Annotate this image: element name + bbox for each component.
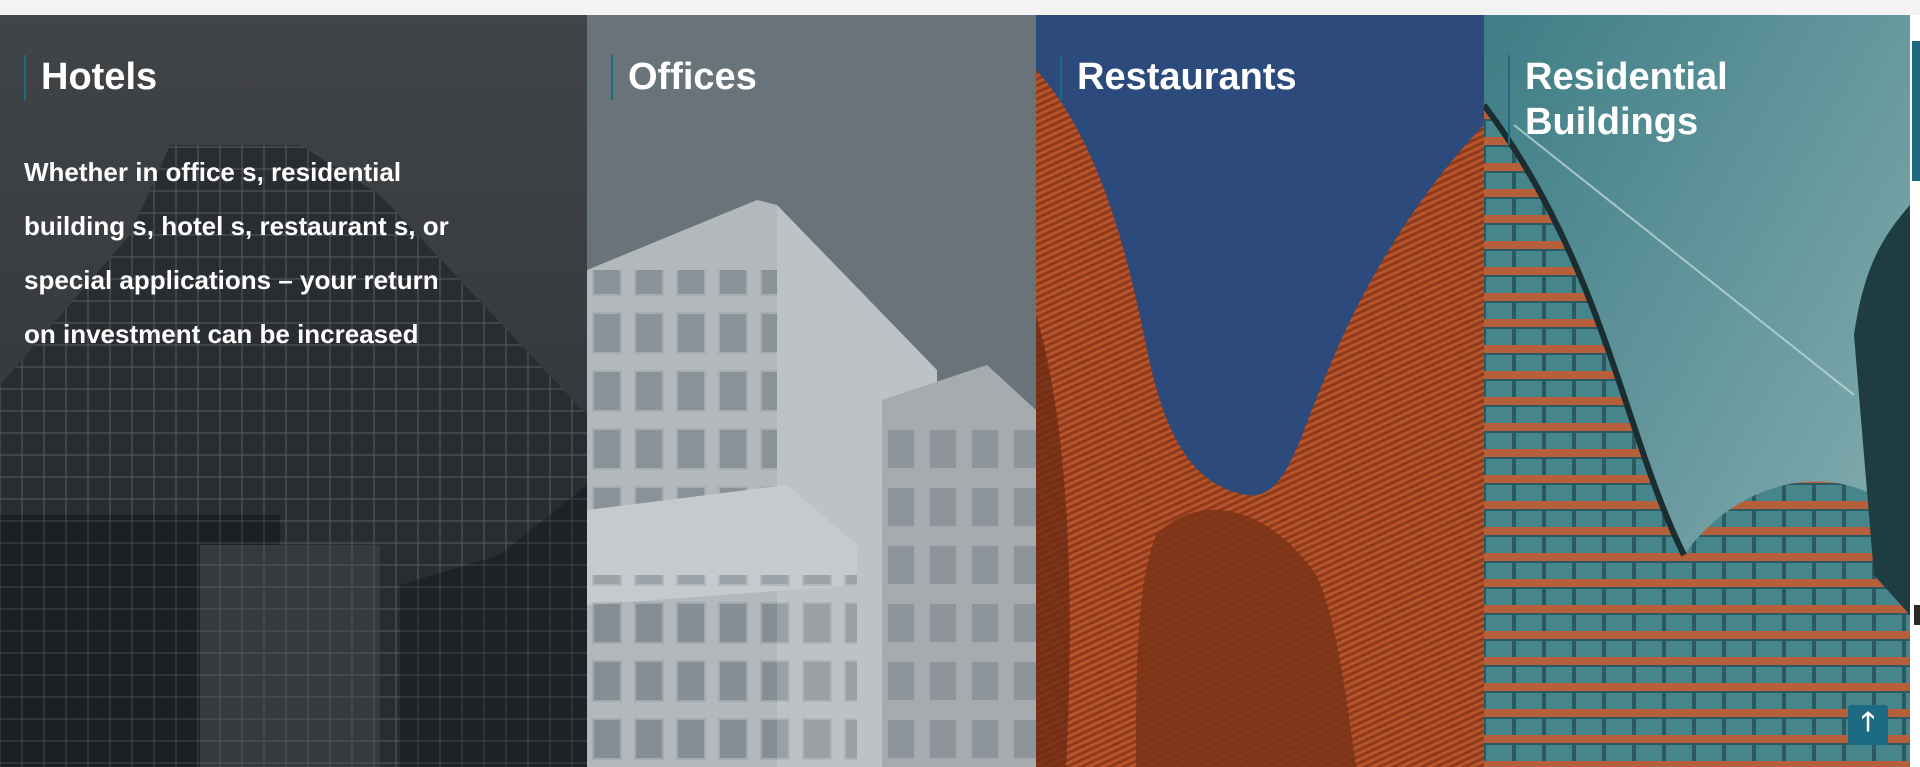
arrow-up-icon: 🡑 [1861, 706, 1875, 736]
sectors-gallery: Hotels Whether in office s, residential … [0, 15, 1910, 767]
panel-hotels[interactable]: Hotels Whether in office s, residential … [0, 15, 587, 767]
panel-residential-buildings[interactable]: Residential Buildings [1484, 15, 1910, 767]
top-strip [0, 0, 1920, 15]
panel-offices[interactable]: Offices [587, 15, 1036, 767]
scroll-to-top-button[interactable]: 🡑 [1848, 705, 1888, 745]
edge-marker [1914, 605, 1920, 625]
offices-overlay [587, 15, 1036, 767]
panel-title-offices: Offices [611, 55, 757, 100]
panel-restaurants[interactable]: Restaurants [1036, 15, 1484, 767]
panel-description-hotels: Whether in office s, residential buildin… [24, 157, 449, 349]
restaurants-building-image [1036, 15, 1484, 767]
edge-accent-bar [1912, 41, 1920, 181]
hotels-overlay [0, 15, 587, 767]
panel-title-hotels: Hotels [24, 55, 157, 100]
panel-title-residential-buildings: Residential Buildings [1508, 55, 1785, 145]
panel-title-restaurants: Restaurants [1060, 55, 1297, 100]
right-edge-strip [1910, 15, 1920, 767]
